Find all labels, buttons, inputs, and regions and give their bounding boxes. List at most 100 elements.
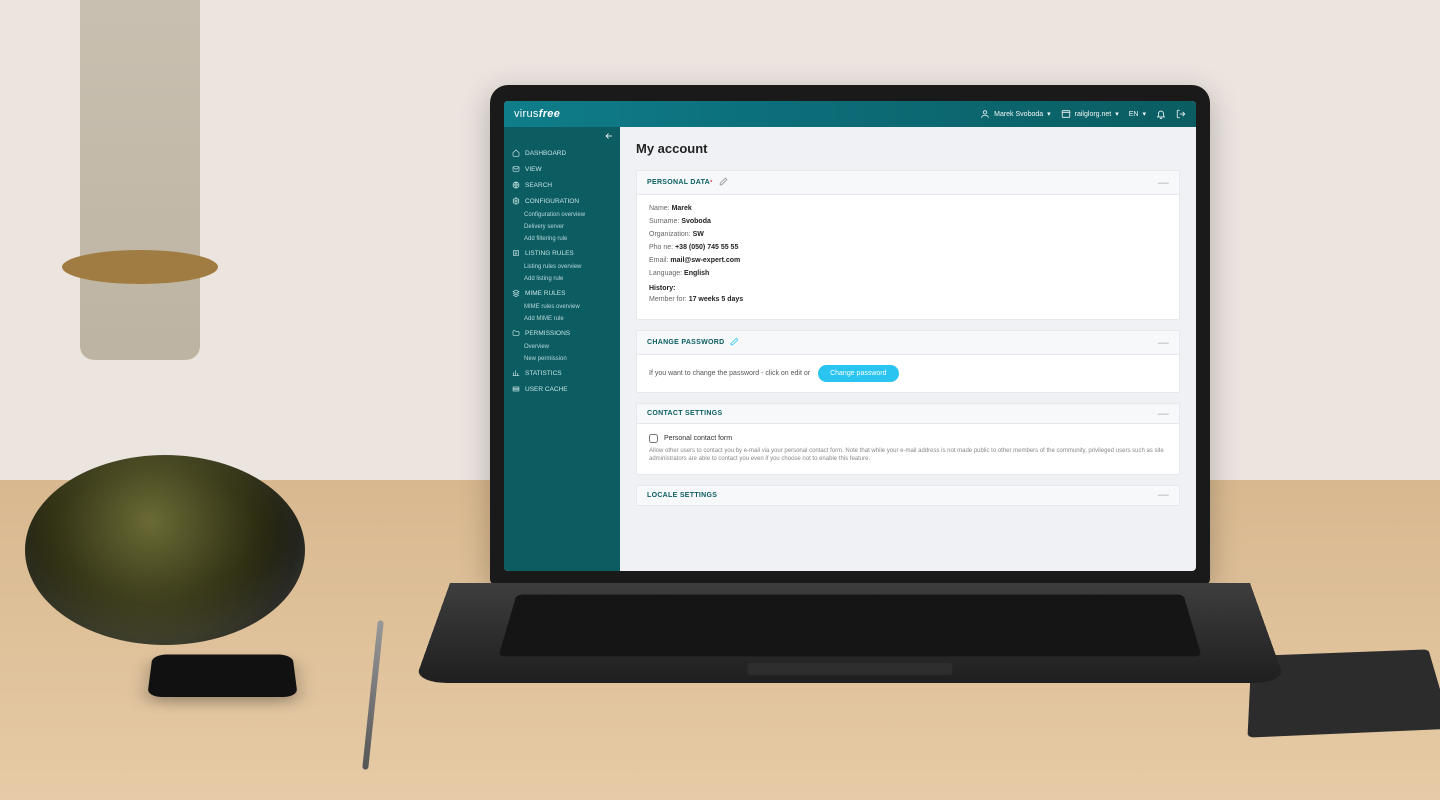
- value: mail@sw-expert.com: [670, 257, 740, 264]
- panel-body-password: If you want to change the password - cli…: [637, 355, 1179, 392]
- row-name: Name: Marek: [649, 205, 1167, 212]
- main-content: My account PERSONAL DATA* —: [620, 127, 1196, 571]
- panel-head-contact: CONTACT SETTINGS —: [637, 404, 1179, 424]
- value: +38 (050) 745 55 55: [675, 244, 738, 251]
- topbar-domain-label: railglorg.net: [1075, 111, 1112, 118]
- logout-icon: [1176, 109, 1186, 119]
- window-icon: [1061, 109, 1071, 119]
- sidebar-label: STATISTICS: [525, 370, 562, 377]
- password-line: If you want to change the password - cli…: [649, 365, 1167, 382]
- sidebar-label: DASHBOARD: [525, 150, 566, 157]
- chevron-down-icon: ▾: [1115, 110, 1119, 118]
- arrow-left-icon: [604, 131, 614, 141]
- password-text: If you want to change the password - cli…: [649, 370, 810, 377]
- label: Surname:: [649, 218, 679, 225]
- collapse-toggle[interactable]: —: [1158, 492, 1169, 498]
- history-heading: History:: [649, 285, 1167, 292]
- sidebar-back[interactable]: [504, 127, 620, 145]
- topbar-user[interactable]: Marek Svoboda ▾: [980, 109, 1051, 119]
- panel-contact-settings: CONTACT SETTINGS — Personal contact form…: [636, 403, 1180, 475]
- sidebar-item-user-cache[interactable]: USER CACHE: [504, 381, 620, 397]
- home-icon: [512, 149, 520, 157]
- sidebar-item-view[interactable]: VIEW: [504, 161, 620, 177]
- checkbox-label: Personal contact form: [664, 435, 732, 442]
- topbar-user-label: Marek Svoboda: [994, 111, 1043, 118]
- laptop-base: [414, 583, 1285, 683]
- sidebar-sub-conf-overview[interactable]: Configuration overview: [504, 209, 620, 221]
- topbar-logout[interactable]: [1176, 109, 1186, 119]
- collapse-toggle[interactable]: —: [1158, 340, 1169, 346]
- laptop-trackpad: [747, 663, 953, 675]
- change-password-button[interactable]: Change password: [818, 365, 898, 382]
- topbar-lang[interactable]: EN ▾: [1129, 110, 1146, 118]
- label: Organization:: [649, 231, 691, 238]
- label: Name:: [649, 205, 670, 212]
- collapse-toggle[interactable]: —: [1158, 411, 1169, 417]
- topbar-lang-label: EN: [1129, 111, 1139, 118]
- topbar-notifications[interactable]: [1156, 109, 1166, 119]
- sidebar-item-mime-rules[interactable]: MIME RULES: [504, 285, 620, 301]
- pen-prop: [362, 620, 384, 770]
- panel-heading-text: LOCALE SETTINGS: [647, 492, 717, 499]
- sidebar-label: SEARCH: [525, 182, 552, 189]
- row-phone: Pho ne: +38 (050) 745 55 55: [649, 244, 1167, 251]
- laptop-keyboard: [498, 595, 1201, 657]
- sidebar-sub-listing-overview[interactable]: Listing rules overview: [504, 261, 620, 273]
- sidebar-item-permissions[interactable]: PERMISSIONS: [504, 325, 620, 341]
- topbar: virusfree Marek Svoboda ▾ railglorg.net …: [504, 101, 1196, 127]
- panel-personal-data: PERSONAL DATA* — Name: Marek Surname: Sv…: [636, 170, 1180, 320]
- contact-form-checkbox[interactable]: [649, 434, 658, 443]
- sidebar-sub-delivery-server[interactable]: Delivery server: [504, 221, 620, 233]
- folder-icon: [512, 329, 520, 337]
- label: Email:: [649, 257, 668, 264]
- sidebar-sub-mime-overview[interactable]: MIME rules overview: [504, 301, 620, 313]
- app-root: virusfree Marek Svoboda ▾ railglorg.net …: [504, 101, 1196, 571]
- sidebar-sub-new-permission[interactable]: New permission: [504, 353, 620, 365]
- row-member-for: Member for: 17 weeks 5 days: [649, 296, 1167, 303]
- chevron-down-icon: ▾: [1142, 110, 1146, 118]
- value: SW: [693, 231, 704, 238]
- panel-locale-settings: LOCALE SETTINGS —: [636, 485, 1180, 506]
- panel-head-password: CHANGE PASSWORD —: [637, 331, 1179, 355]
- panel-change-password: CHANGE PASSWORD — If you want to change …: [636, 330, 1180, 393]
- sidebar-sub-add-filtering-rule[interactable]: Add filtering rule: [504, 233, 620, 245]
- label: Member for:: [649, 296, 687, 303]
- contact-form-checkbox-row[interactable]: Personal contact form: [649, 434, 1167, 443]
- topbar-domain[interactable]: railglorg.net ▾: [1061, 109, 1119, 119]
- sidebar-item-search[interactable]: SEARCH: [504, 177, 620, 193]
- pencil-icon: [719, 177, 728, 186]
- panel-body-contact: Personal contact form Allow other users …: [637, 424, 1179, 474]
- edit-password-button[interactable]: [730, 337, 739, 348]
- sidebar-sub-add-listing-rule[interactable]: Add listing rule: [504, 273, 620, 285]
- row-organization: Organization: SW: [649, 231, 1167, 238]
- value: English: [684, 270, 709, 277]
- brand-part2: free: [539, 108, 560, 120]
- sidebar-item-dashboard[interactable]: DASHBOARD: [504, 145, 620, 161]
- row-email: Email: mail@sw-expert.com: [649, 257, 1167, 264]
- brand-logo: virusfree: [514, 108, 560, 120]
- sidebar-label: LISTING RULES: [525, 250, 574, 257]
- edit-personal-button[interactable]: [719, 177, 728, 188]
- sidebar-item-configuration[interactable]: CONFIGURATION: [504, 193, 620, 209]
- panel-heading-text: CHANGE PASSWORD: [647, 339, 724, 346]
- sidebar-item-statistics[interactable]: STATISTICS: [504, 365, 620, 381]
- panel-head-personal: PERSONAL DATA* —: [637, 171, 1179, 195]
- sidebar-item-listing-rules[interactable]: LISTING RULES: [504, 245, 620, 261]
- value: Svoboda: [681, 218, 711, 225]
- bell-icon: [1156, 109, 1166, 119]
- sidebar-label: CONFIGURATION: [525, 198, 579, 205]
- collapse-toggle[interactable]: —: [1158, 180, 1169, 186]
- required-asterisk: *: [710, 180, 713, 186]
- label: Language:: [649, 270, 682, 277]
- contact-note: Allow other users to contact you by e-ma…: [649, 447, 1167, 464]
- sidebar-sub-add-mime-rule[interactable]: Add MIME rule: [504, 313, 620, 325]
- sidebar-sub-perm-overview[interactable]: Overview: [504, 341, 620, 353]
- app-body: DASHBOARD VIEW SEARCH CONFIGURATION: [504, 127, 1196, 571]
- brand-part1: virus: [514, 108, 539, 120]
- layers-icon: [512, 289, 520, 297]
- list-icon: [512, 249, 520, 257]
- panel-heading-text: CONTACT SETTINGS: [647, 410, 722, 417]
- laptop-bezel: virusfree Marek Svoboda ▾ railglorg.net …: [490, 85, 1210, 585]
- phone-prop: [147, 655, 298, 697]
- jar-prop: [80, 0, 200, 360]
